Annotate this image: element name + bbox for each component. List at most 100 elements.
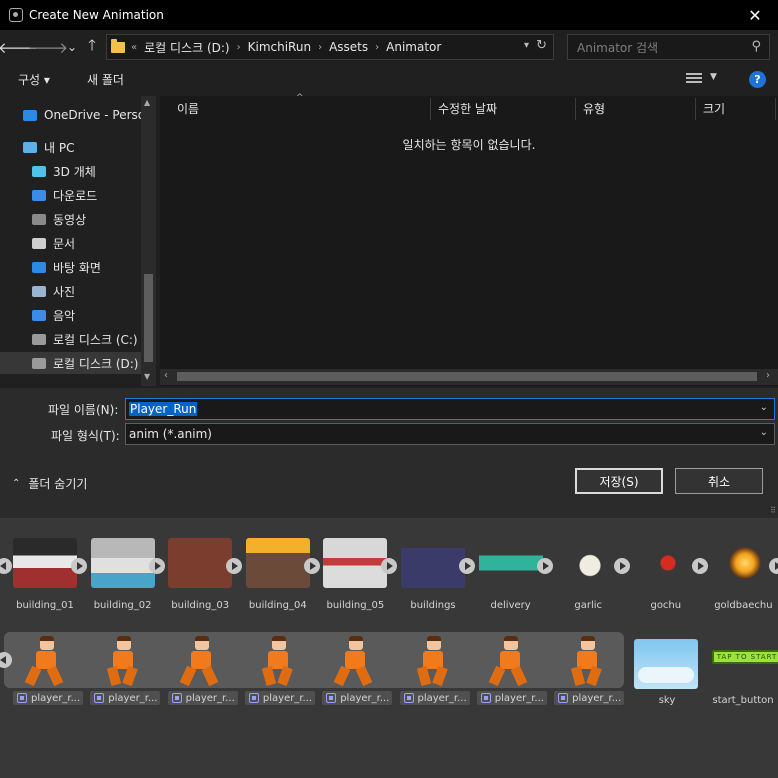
sidebar-item-download[interactable]: 다운로드: [31, 184, 97, 206]
asset-label-goldbaechu[interactable]: goldbaechu: [703, 600, 778, 611]
help-icon[interactable]: ?: [749, 71, 766, 88]
column-header-name[interactable]: 이름: [177, 100, 199, 117]
hide-folders-toggle[interactable]: ⌃ 폴더 숨기기: [12, 475, 87, 492]
expand-arrow-icon[interactable]: [71, 558, 87, 574]
sidebar-item-music[interactable]: 음악: [31, 304, 75, 326]
breadcrumb-kimchirun[interactable]: KimchiRun: [248, 40, 311, 54]
sidebar-item-pc[interactable]: 내 PC: [22, 136, 74, 158]
view-options-icon[interactable]: [686, 73, 702, 85]
expand-arrow-icon[interactable]: [691, 558, 708, 574]
thumbnail-building-03[interactable]: [168, 538, 233, 588]
asset-label-building-05[interactable]: building_05: [315, 600, 395, 611]
close-button[interactable]: ✕: [732, 0, 778, 30]
back-arrow-icon[interactable]: 🡐: [0, 37, 38, 57]
expand-arrow-icon[interactable]: [459, 558, 475, 574]
thumbnail-delivery[interactable]: [478, 538, 543, 588]
sidebar-item-document[interactable]: 문서: [31, 232, 75, 254]
file-list-scroll-thumb[interactable]: [177, 372, 757, 381]
asset-label-building-03[interactable]: building_03: [160, 600, 240, 611]
player-run-frame[interactable]: [179, 636, 225, 687]
start-button-thumbnail[interactable]: TAP TO START: [712, 650, 778, 664]
file-list-scrollbar[interactable]: ‹ ›: [160, 369, 778, 385]
refresh-icon[interactable]: ↻: [536, 38, 547, 53]
recent-locations-icon[interactable]: ⌄: [62, 37, 82, 57]
sidebar-scrollbar[interactable]: ▲ ▼: [141, 96, 156, 386]
collapse-arrow-icon[interactable]: [0, 558, 12, 574]
player-run-frame[interactable]: [413, 636, 457, 687]
breadcrumb-animator[interactable]: Animator: [386, 40, 441, 54]
up-arrow-icon[interactable]: 🡑: [82, 36, 102, 57]
expand-arrow-icon[interactable]: [148, 558, 165, 574]
player-run-label[interactable]: player_r...: [322, 691, 393, 705]
sky-thumbnail[interactable]: [634, 639, 698, 689]
expand-arrow-icon[interactable]: [303, 558, 320, 574]
asset-label-sky[interactable]: sky: [627, 695, 707, 706]
player-run-frame[interactable]: [24, 636, 70, 687]
expand-arrow-icon[interactable]: [381, 558, 398, 574]
asset-label-gochu[interactable]: gochu: [626, 600, 706, 611]
expand-arrow-icon[interactable]: [614, 558, 631, 574]
thumbnail-building-04[interactable]: [245, 538, 310, 588]
breadcrumb-separator[interactable]: ›: [375, 42, 379, 53]
thumbnail-gochu[interactable]: [647, 538, 688, 588]
asset-label-start-button[interactable]: start_button: [703, 695, 778, 706]
breadcrumb-separator[interactable]: ›: [237, 42, 241, 53]
asset-label-delivery[interactable]: delivery: [471, 600, 551, 611]
thumbnail-goldbaechu[interactable]: [725, 538, 766, 588]
player-run-label[interactable]: player_r...: [476, 691, 547, 705]
player-run-label[interactable]: player_r...: [399, 691, 470, 705]
asset-label-building-04[interactable]: building_04: [238, 600, 318, 611]
sidebar-item-desktop[interactable]: 바탕 화면: [31, 256, 101, 278]
filetype-select[interactable]: anim (*.anim) ⌄: [125, 423, 775, 445]
search-input[interactable]: Animator 검색 ⚲: [567, 34, 770, 60]
organize-menu[interactable]: 구성 ▾: [18, 71, 50, 88]
chevron-down-icon[interactable]: ▾: [524, 40, 529, 51]
player-run-label[interactable]: player_r...: [244, 691, 315, 705]
player-run-frame[interactable]: [103, 636, 147, 687]
player-run-frame[interactable]: [567, 636, 611, 687]
column-header-type[interactable]: 유형: [583, 100, 605, 117]
player-run-frame[interactable]: [333, 636, 379, 687]
player-run-frame[interactable]: [258, 636, 302, 687]
new-folder-button[interactable]: 새 폴더: [87, 71, 124, 88]
sidebar-item-pictures[interactable]: 사진: [31, 280, 75, 302]
player-run-label[interactable]: player_r...: [90, 691, 161, 705]
chevron-down-icon[interactable]: ▼: [710, 72, 717, 82]
thumbnail-building-01[interactable]: [13, 538, 77, 588]
asset-label-buildings[interactable]: buildings: [393, 600, 473, 611]
thumbnail-building-02[interactable]: [90, 538, 155, 588]
asset-label-building-01[interactable]: building_01: [5, 600, 85, 611]
player-run-label[interactable]: player_r...: [554, 691, 625, 705]
sidebar-scroll-thumb[interactable]: [144, 274, 153, 362]
chevron-down-icon[interactable]: ⌄: [760, 402, 768, 413]
search-icon[interactable]: ⚲: [751, 39, 761, 54]
resize-grip-icon[interactable]: ⠿: [770, 506, 776, 515]
player-run-frame[interactable]: [488, 636, 534, 687]
expand-arrow-icon[interactable]: [536, 558, 553, 574]
sidebar-item-video[interactable]: 동영상: [31, 208, 86, 230]
column-header-date[interactable]: 수정한 날짜: [438, 100, 497, 117]
thumbnail-garlic[interactable]: [570, 538, 611, 588]
forward-arrow-icon[interactable]: 🡒: [28, 37, 68, 57]
sidebar-item-drive-d[interactable]: 로컬 디스크 (D:): [0, 352, 141, 374]
breadcrumb-drive-d[interactable]: 로컬 디스크 (D:): [144, 39, 229, 56]
address-overflow[interactable]: «: [131, 42, 137, 53]
filename-field[interactable]: Player_Run ⌄: [125, 398, 775, 420]
breadcrumb-assets[interactable]: Assets: [329, 40, 368, 54]
asset-label-garlic[interactable]: garlic: [548, 600, 628, 611]
sidebar-item-cube[interactable]: 3D 개체: [31, 160, 96, 182]
cancel-button[interactable]: 취소: [675, 468, 763, 494]
sidebar-item-onedrive[interactable]: OneDrive - Personal: [22, 104, 156, 126]
thumbnail-buildings[interactable]: [401, 538, 465, 588]
asset-label-building-02[interactable]: building_02: [83, 600, 163, 611]
sidebar-item-drive-c[interactable]: 로컬 디스크 (C:): [31, 328, 138, 350]
save-button[interactable]: 저장(S): [575, 468, 663, 494]
player-run-label[interactable]: player_r...: [13, 691, 83, 705]
player-run-label[interactable]: player_r...: [167, 691, 238, 705]
expand-arrow-icon[interactable]: [226, 558, 243, 574]
chevron-down-icon[interactable]: ⌄: [760, 427, 768, 438]
expand-arrow-icon[interactable]: [769, 558, 778, 574]
breadcrumb-separator[interactable]: ›: [318, 42, 322, 53]
column-header-size[interactable]: 크기: [703, 100, 725, 117]
thumbnail-building-05[interactable]: [323, 538, 388, 588]
